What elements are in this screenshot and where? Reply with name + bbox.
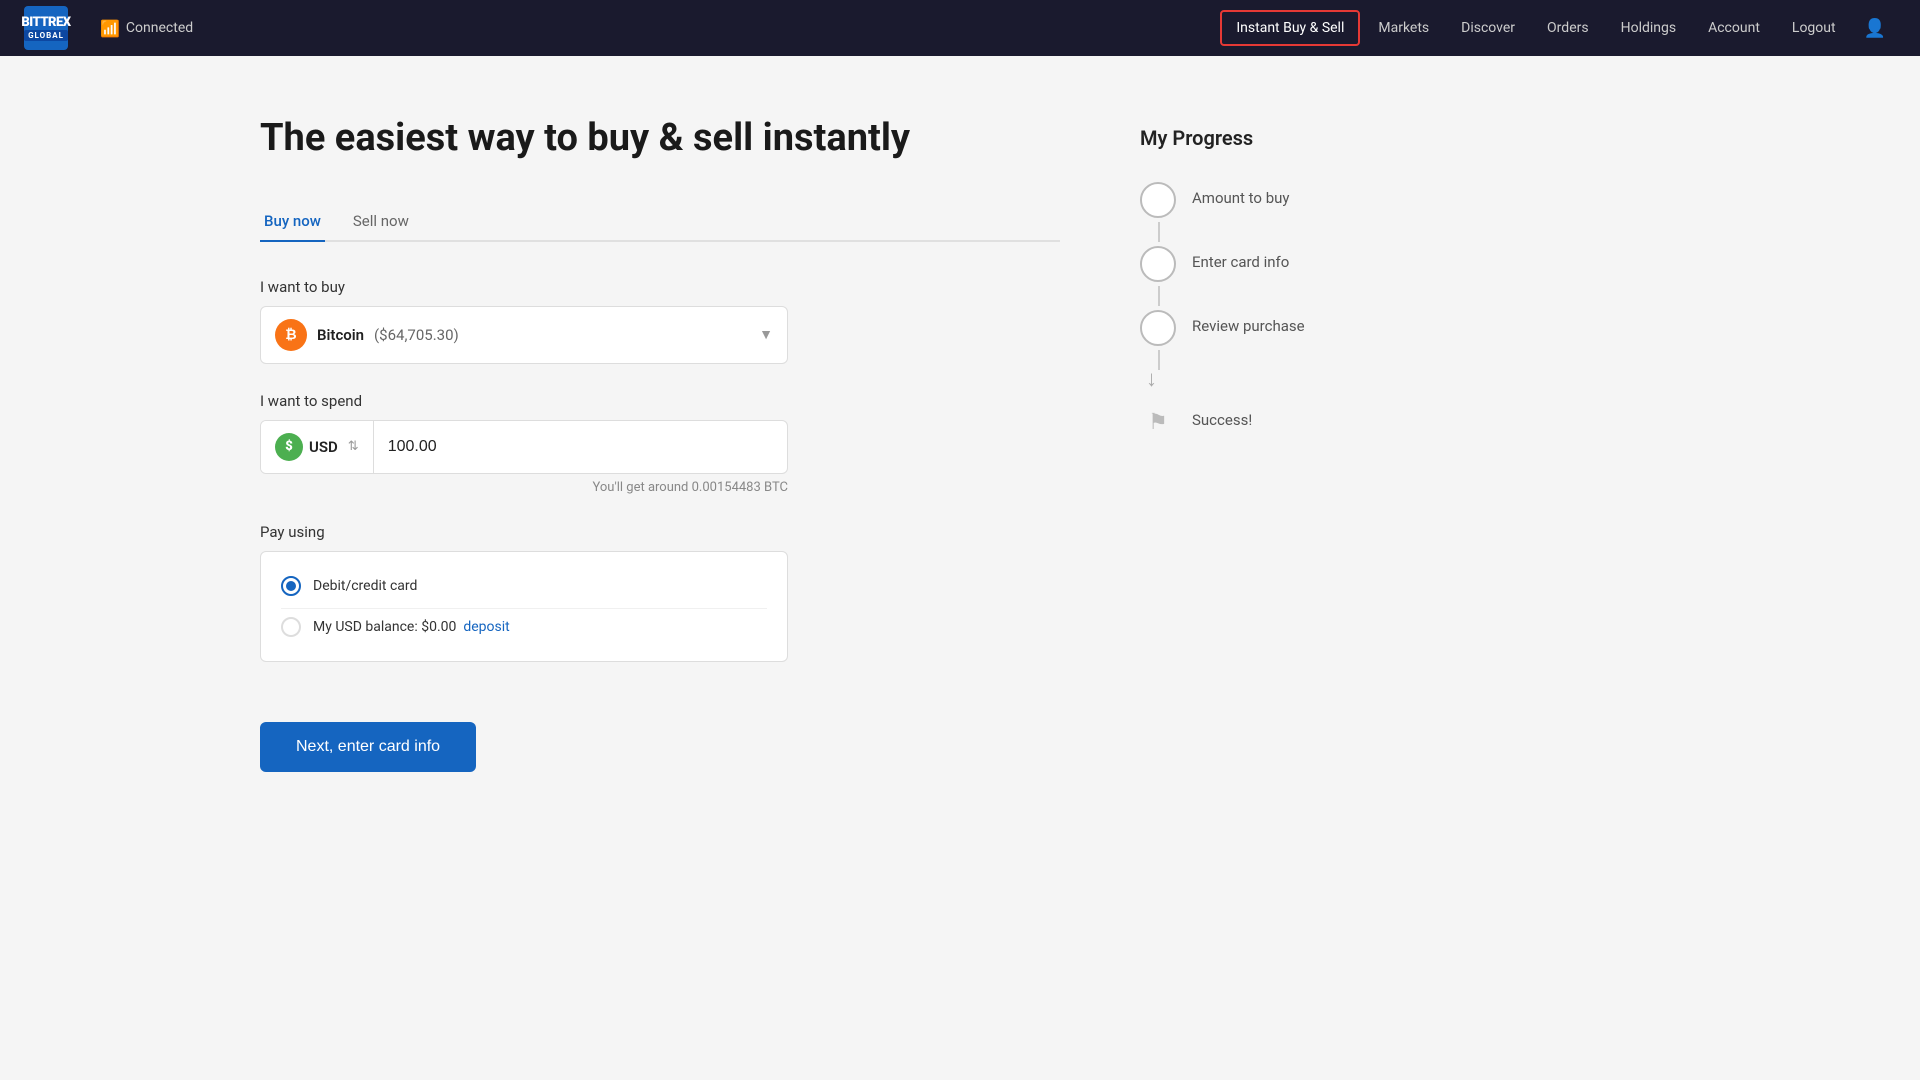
user-icon[interactable]: 👤 bbox=[1854, 10, 1896, 47]
progress-circle-amount bbox=[1140, 182, 1176, 218]
connection-status: 📶 Connected bbox=[100, 19, 193, 38]
radio-usd-balance[interactable]: My USD balance: $0.00 deposit bbox=[281, 608, 767, 645]
navbar: BITTREX GLOBAL 📶 Connected Instant Buy &… bbox=[0, 0, 1920, 56]
arrow-down-icon: ↓ bbox=[1146, 367, 1157, 392]
pay-box: Debit/credit card My USD balance: $0.00 … bbox=[260, 551, 788, 662]
progress-circle-review bbox=[1140, 310, 1176, 346]
connected-label: Connected bbox=[126, 20, 193, 36]
debit-credit-label: Debit/credit card bbox=[313, 578, 417, 594]
nav-discover[interactable]: Discover bbox=[1447, 12, 1529, 44]
radio-debit-credit[interactable]: Debit/credit card bbox=[281, 568, 767, 604]
main-content: The easiest way to buy & sell instantly … bbox=[0, 56, 1920, 832]
currency-code: USD bbox=[309, 438, 338, 456]
progress-title: My Progress bbox=[1140, 126, 1400, 150]
radio-inner-debit bbox=[286, 581, 296, 591]
nav-orders[interactable]: Orders bbox=[1533, 12, 1603, 44]
usd-icon: $ bbox=[275, 433, 303, 461]
coin-price: ($64,705.30) bbox=[374, 326, 459, 344]
progress-label-success: Success! bbox=[1192, 404, 1252, 429]
chevron-down-icon: ▼ bbox=[759, 326, 773, 343]
pay-using-label: Pay using bbox=[260, 523, 1060, 541]
btc-estimate: You'll get around 0.00154483 BTC bbox=[260, 480, 788, 495]
usd-balance-text: My USD balance: $0.00 bbox=[313, 619, 456, 635]
nav-logout[interactable]: Logout bbox=[1778, 12, 1850, 44]
tab-sell-now[interactable]: Sell now bbox=[349, 202, 413, 242]
progress-circle-card bbox=[1140, 246, 1176, 282]
want-to-buy-label: I want to buy bbox=[260, 278, 1060, 296]
logo-top-text: BITTREX bbox=[21, 15, 70, 30]
progress-success: ⚑ Success! bbox=[1140, 404, 1400, 440]
pay-using-section: Pay using Debit/credit card My USD balan… bbox=[260, 523, 1060, 662]
radio-circle-debit bbox=[281, 576, 301, 596]
coin-name: Bitcoin bbox=[317, 326, 364, 344]
nav-account[interactable]: Account bbox=[1694, 12, 1774, 44]
nav-instant-buy-sell[interactable]: Instant Buy & Sell bbox=[1220, 10, 1360, 46]
amount-input[interactable] bbox=[374, 426, 787, 468]
nav-markets[interactable]: Markets bbox=[1364, 12, 1443, 44]
progress-arrow: ↓ bbox=[1140, 366, 1400, 392]
logo-bottom-text: GLOBAL bbox=[24, 30, 68, 41]
tab-buy-now[interactable]: Buy now bbox=[260, 202, 325, 242]
want-to-spend-label: I want to spend bbox=[260, 392, 1060, 410]
logo[interactable]: BITTREX GLOBAL bbox=[24, 6, 68, 50]
wifi-icon: 📶 bbox=[100, 19, 120, 38]
tabs: Buy now Sell now bbox=[260, 202, 1060, 242]
currency-chevron-icon: ⇅ bbox=[348, 439, 359, 454]
progress-label-card: Enter card info bbox=[1192, 246, 1289, 271]
bitcoin-icon: ₿ bbox=[275, 319, 307, 351]
spend-section: I want to spend $ USD ⇅ You'll get aroun… bbox=[260, 392, 1060, 495]
progress-enter-card-info: Enter card info bbox=[1140, 246, 1400, 282]
currency-selector[interactable]: $ USD ⇅ bbox=[261, 421, 374, 473]
progress-label-amount: Amount to buy bbox=[1192, 182, 1290, 207]
progress-flag-icon: ⚑ bbox=[1140, 404, 1176, 440]
page-title: The easiest way to buy & sell instantly bbox=[260, 116, 1060, 162]
nav-holdings[interactable]: Holdings bbox=[1607, 12, 1691, 44]
nav-links: Instant Buy & Sell Markets Discover Orde… bbox=[1220, 10, 1896, 47]
progress-label-review: Review purchase bbox=[1192, 310, 1305, 335]
right-panel: My Progress Amount to buy Enter card inf… bbox=[1140, 116, 1400, 772]
buy-section: I want to buy ₿ Bitcoin ($64,705.30) ▼ bbox=[260, 278, 1060, 364]
left-panel: The easiest way to buy & sell instantly … bbox=[260, 116, 1060, 772]
usd-balance-label: My USD balance: $0.00 deposit bbox=[313, 619, 510, 635]
coin-select-left: ₿ Bitcoin ($64,705.30) bbox=[275, 319, 459, 351]
logo-box: BITTREX GLOBAL bbox=[24, 6, 68, 50]
radio-circle-usd bbox=[281, 617, 301, 637]
progress-list: Amount to buy Enter card info Review pur… bbox=[1140, 182, 1400, 440]
next-enter-card-button[interactable]: Next, enter card info bbox=[260, 722, 476, 772]
coin-select[interactable]: ₿ Bitcoin ($64,705.30) ▼ bbox=[260, 306, 788, 364]
deposit-link[interactable]: deposit bbox=[463, 619, 509, 635]
progress-amount-to-buy: Amount to buy bbox=[1140, 182, 1400, 218]
spend-box: $ USD ⇅ bbox=[260, 420, 788, 474]
progress-review-purchase: Review purchase bbox=[1140, 310, 1400, 346]
